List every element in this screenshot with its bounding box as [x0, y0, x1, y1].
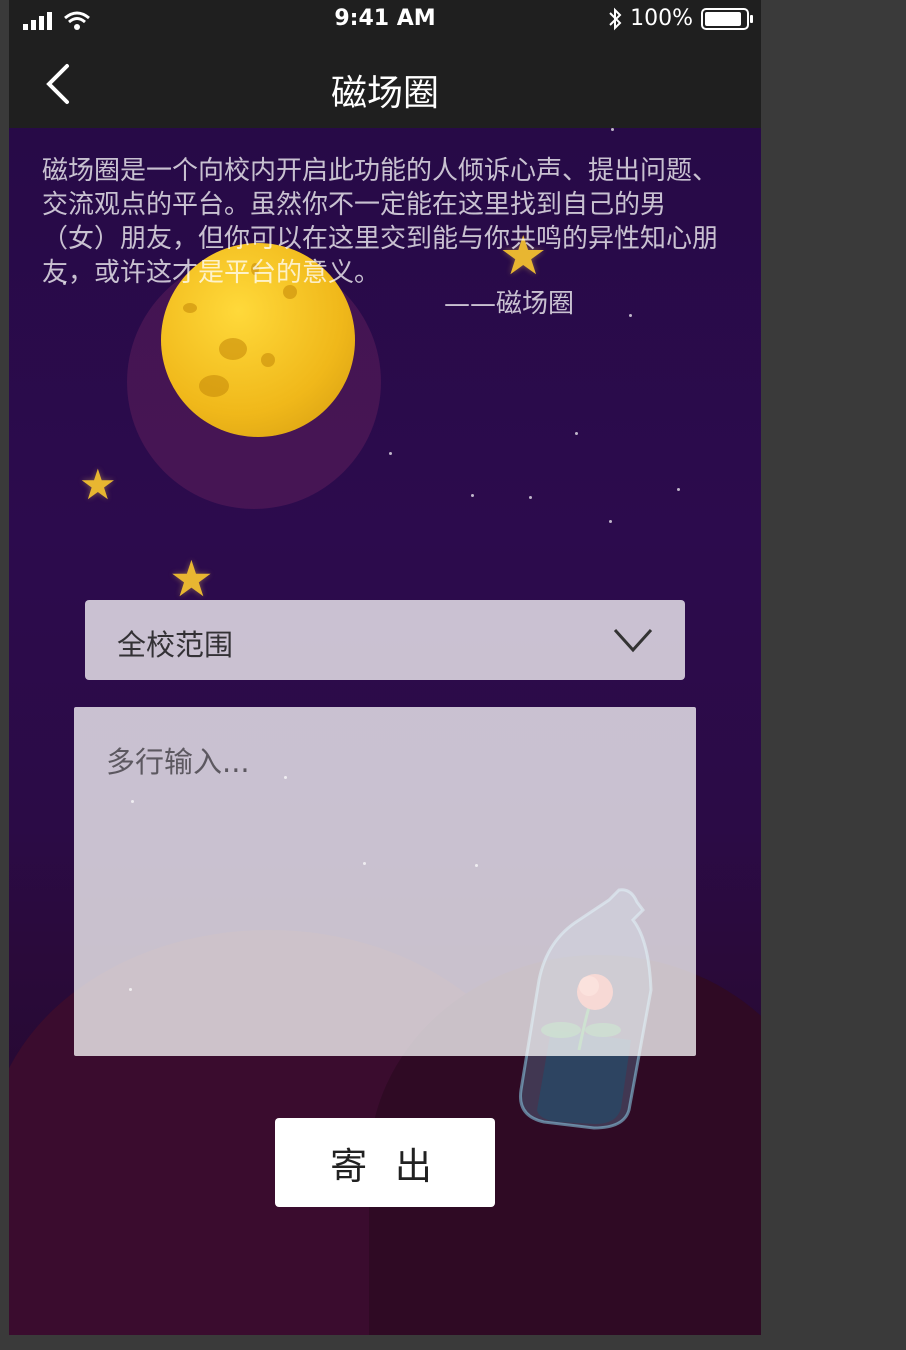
- star-dot: [471, 494, 474, 497]
- status-bar: 9:41 AM 100%: [9, 0, 761, 40]
- scope-select[interactable]: 全校范围: [85, 600, 685, 680]
- star-dot: [611, 128, 614, 131]
- intro-signature: ——磁场圈: [444, 289, 575, 319]
- bluetooth-icon: [609, 7, 622, 30]
- send-button[interactable]: 寄 出: [275, 1118, 495, 1207]
- status-right: 100%: [608, 6, 753, 31]
- message-input[interactable]: [74, 707, 696, 1056]
- battery-percent: 100%: [630, 6, 693, 31]
- page-title: 磁场圈: [330, 73, 439, 114]
- star-dot: [389, 452, 392, 455]
- star-dot: [629, 314, 632, 317]
- battery-level: [705, 11, 741, 26]
- phone-screen: ★ ★ ★ 9:41 AM 100% 磁场圈 磁场圈是一个向校内开启此功能的人倾…: [9, 0, 761, 1335]
- chevron-down-icon: [613, 628, 653, 653]
- star-dot: [677, 488, 680, 491]
- scope-select-value: 全校范围: [117, 628, 234, 662]
- nav-bar: 磁场圈: [9, 40, 761, 128]
- star-icon: ★: [79, 460, 117, 509]
- star-dot: [529, 496, 532, 499]
- battery-icon: [701, 7, 753, 30]
- star-dot: [575, 432, 578, 435]
- star-dot: [609, 520, 612, 523]
- intro-paragraph: 磁场圈是一个向校内开启此功能的人倾诉心声、提出问题、交流观点的平台。虽然你不一定…: [42, 156, 719, 288]
